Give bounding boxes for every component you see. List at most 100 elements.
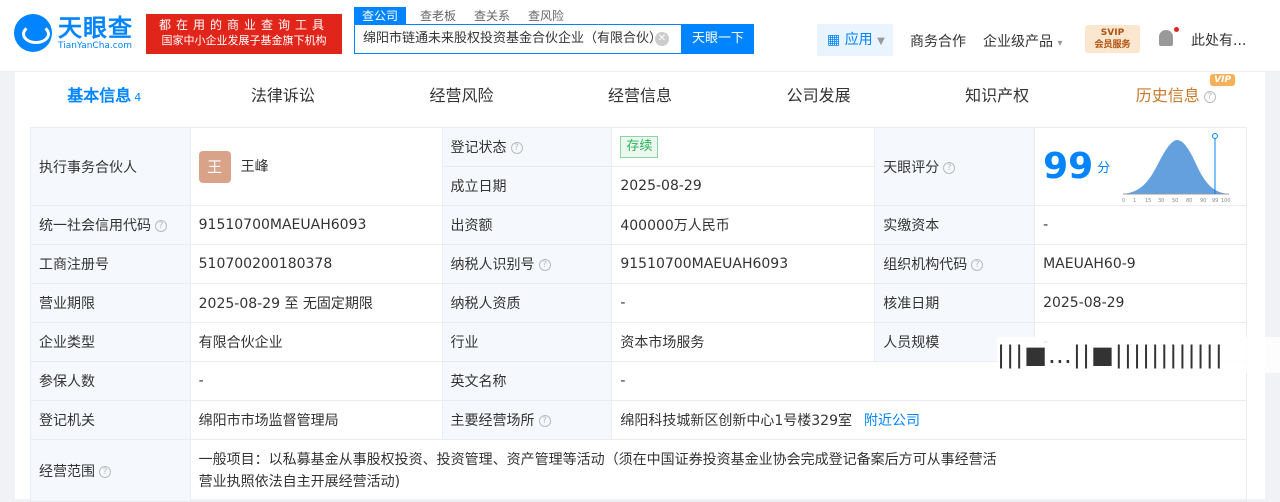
org-code-label: 组织机构代码: [883, 257, 968, 273]
help-icon[interactable]: ?: [99, 465, 111, 478]
table-row: 工商注册号 510700200180378 纳税人识别号? 91510700MA…: [30, 244, 1247, 284]
help-icon[interactable]: ?: [971, 259, 984, 271]
enterprise-label: 企业级产品: [983, 34, 1053, 50]
reg-no-value: 510700200180378: [189, 244, 443, 284]
approve-date-value: 2025-08-29: [1034, 283, 1247, 323]
logo-name: 天眼查: [58, 13, 133, 42]
authority-label: 登记机关: [30, 400, 191, 440]
axis-tick: 99: [1212, 198, 1218, 204]
reg-no-label: 工商注册号: [30, 244, 191, 284]
founded-label: 成立日期: [441, 166, 613, 206]
insured-value: -: [189, 361, 443, 401]
tab-label: 历史信息: [1135, 86, 1200, 105]
top-header: 天眼查 TianYanCha.com 都在用的商业查询工具 国家中小企业发展子基…: [0, 0, 1280, 72]
term-value: 2025-08-29 至 无固定期限: [189, 283, 443, 323]
notification-dot: [1174, 27, 1179, 32]
search-tab-relation[interactable]: 查关系: [474, 7, 510, 24]
tax-id-label: 纳税人识别号: [450, 257, 535, 273]
credit-code-label: 统一社会信用代码: [39, 218, 151, 234]
nearby-companies-link[interactable]: 附近公司: [864, 413, 920, 429]
help-icon[interactable]: ?: [943, 161, 956, 174]
table-row: 营业期限 2025-08-29 至 无固定期限 纳税人资质 - 核准日期 202…: [30, 283, 1247, 323]
logo-domain: TianYanCha.com: [58, 40, 133, 51]
search-button[interactable]: 天眼一下: [682, 24, 754, 54]
insured-label: 参保人数: [30, 361, 191, 401]
tab-business-risk[interactable]: 经营风险: [372, 72, 551, 120]
authority-value: 绵阳市市场监督管理局: [189, 400, 443, 440]
address-label: 主要经营场所: [450, 413, 535, 429]
status-cell: 存续: [611, 127, 876, 167]
avatar[interactable]: 王: [198, 150, 231, 183]
clear-icon[interactable]: ✕: [655, 32, 669, 46]
tab-litigation[interactable]: 法律诉讼: [194, 72, 373, 120]
tax-qual-value: -: [611, 283, 876, 323]
search-tab-boss[interactable]: 查老板: [420, 7, 456, 24]
score-cell[interactable]: 99 分 0 1 15 30 50 80 90 99 100: [1034, 127, 1247, 206]
vip-badge: VIP: [1210, 74, 1236, 86]
help-icon[interactable]: ?: [155, 220, 167, 232]
axis-tick: 30: [1158, 198, 1164, 204]
tab-development[interactable]: 公司发展: [729, 72, 908, 120]
axis-tick: 15: [1145, 198, 1151, 204]
eye-logo-icon: [14, 14, 52, 52]
table-row: 执行事务合伙人 王王峰 登记状态? 存续 天眼评分? 99 分 0 1 15 30…: [30, 127, 1247, 206]
scope-label-cell: 经营范围?: [30, 439, 191, 502]
credit-code-label-cell: 统一社会信用代码?: [30, 205, 191, 245]
tab-history[interactable]: 历史信息? VIP: [1086, 72, 1265, 120]
score-label: 天眼评分: [883, 159, 940, 176]
paid-capital-label: 实缴资本: [874, 205, 1036, 245]
axis-tick: 0: [1122, 198, 1125, 204]
approve-date-label: 核准日期: [874, 283, 1036, 323]
help-icon[interactable]: ?: [538, 259, 551, 271]
axis-tick: 50: [1172, 198, 1178, 204]
svip-title: SVIP: [1100, 28, 1125, 38]
capital-value: 400000万人民币: [611, 205, 876, 245]
enterprise-products-menu[interactable]: 企业级产品 ▾: [983, 31, 1062, 51]
org-code-value: MAEUAH60-9: [1034, 244, 1247, 284]
founded-value: 2025-08-29: [611, 166, 876, 206]
partner-cell: 王王峰: [189, 127, 443, 206]
industry-label: 行业: [441, 322, 613, 362]
help-icon[interactable]: ?: [1203, 90, 1216, 103]
tax-id-value: 91510700MAEUAH6093: [611, 244, 876, 284]
tab-business-info[interactable]: 经营信息: [551, 72, 730, 120]
tab-ip[interactable]: 知识产权: [908, 72, 1087, 120]
scope-label: 经营范围: [39, 463, 95, 480]
axis-tick: 100: [1221, 198, 1231, 204]
scope-value: 一般项目：以私募基金从事股权投资、投资管理、资产管理等活动（须在中国证券投资基金…: [189, 439, 1248, 502]
search-input[interactable]: 绵阳市链通未来股权投资基金合伙企业（有限合伙）: [354, 24, 682, 54]
tax-qual-label: 纳税人资质: [441, 283, 613, 323]
search-tab-company[interactable]: 查公司: [354, 7, 407, 24]
tab-label: 基本信息: [67, 86, 132, 105]
help-icon[interactable]: ?: [510, 142, 523, 154]
score-value: 99: [1043, 146, 1094, 187]
status-label: 登记状态: [450, 140, 507, 156]
user-menu[interactable]: 此处有...: [1191, 30, 1246, 50]
table-row: 登记机关 绵阳市市场监督管理局 主要经营场所? 绵阳科技城新区创新中心1号楼32…: [30, 400, 1247, 440]
score-label-cell: 天眼评分?: [874, 127, 1036, 206]
address-value: 绵阳科技城新区创新中心1号楼329室: [620, 413, 852, 429]
tianyancha-logo[interactable]: 天眼查 TianYanCha.com: [14, 14, 133, 52]
industry-value: 资本市场服务: [611, 322, 876, 362]
basic-info-table: 执行事务合伙人 王王峰 登记状态? 存续 天眼评分? 99 分 0 1 15 30…: [30, 127, 1248, 502]
tab-count: 4: [134, 91, 142, 104]
business-link[interactable]: 商务合作: [910, 31, 966, 51]
tab-basic-info[interactable]: 基本信息 4: [15, 72, 194, 120]
svip-button[interactable]: SVIP 会员服务: [1085, 25, 1140, 53]
help-icon[interactable]: ?: [538, 415, 551, 427]
tax-id-label-cell: 纳税人识别号?: [441, 244, 613, 284]
basic-info-panel: 执行事务合伙人 王王峰 登记状态? 存续 天眼评分? 99 分 0 1 15 30…: [15, 120, 1265, 502]
search-tab-risk[interactable]: 查风险: [528, 7, 564, 24]
term-label: 营业期限: [30, 283, 191, 323]
grid-icon: ▦: [827, 32, 845, 48]
apps-menu[interactable]: ▦ 应用 ▼: [817, 24, 893, 56]
score-distribution-chart: 0 1 15 30 50 80 90 99 100: [1122, 133, 1231, 204]
axis-tick: 90: [1200, 198, 1206, 204]
axis-tick: 80: [1186, 198, 1192, 204]
partner-name[interactable]: 王峰: [241, 159, 269, 175]
english-name-label: 英文名称: [441, 361, 613, 401]
table-row: 经营范围? 一般项目：以私募基金从事股权投资、投资管理、资产管理等活动（须在中国…: [30, 439, 1248, 502]
score-unit: 分: [1097, 161, 1111, 176]
partner-label: 执行事务合伙人: [30, 127, 191, 206]
bell-icon[interactable]: [1159, 30, 1173, 46]
